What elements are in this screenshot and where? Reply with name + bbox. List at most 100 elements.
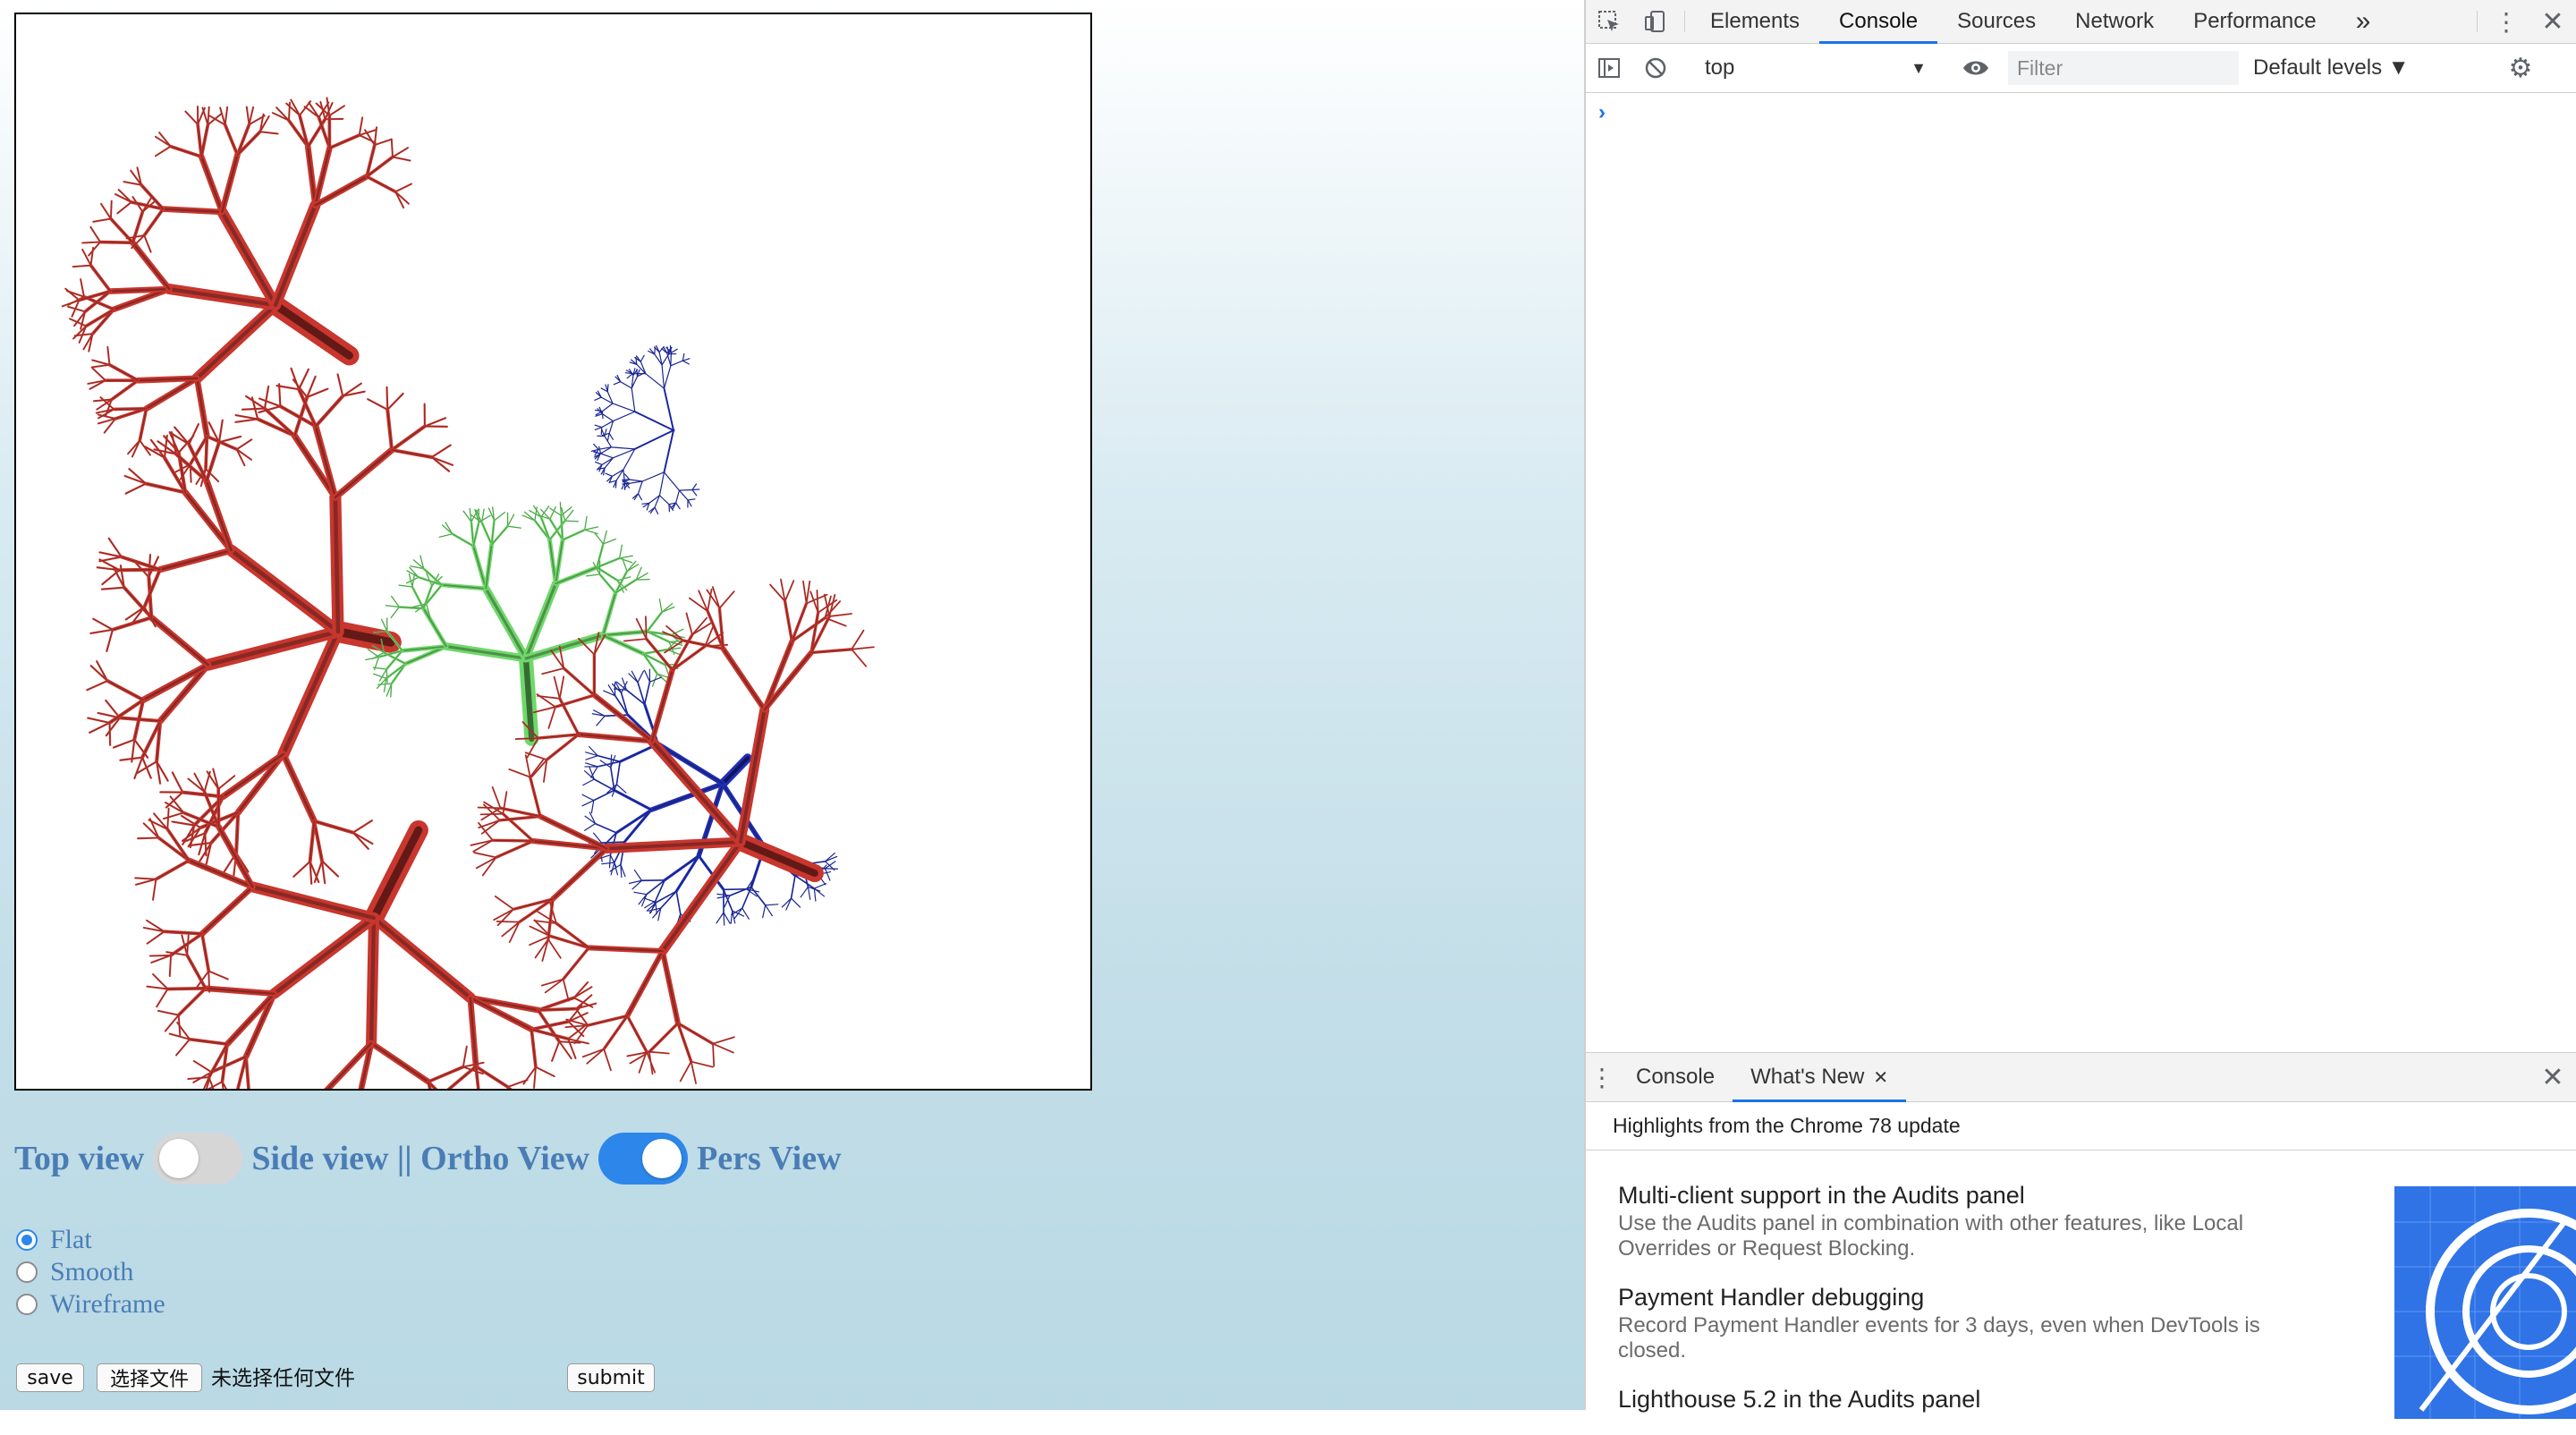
tree-branch — [638, 671, 643, 683]
drawer-tab-whats-new[interactable]: What's New ✕ — [1733, 1053, 1906, 1101]
tree-branch — [97, 661, 107, 681]
tree-branch — [329, 135, 359, 148]
tree-branch — [151, 440, 165, 458]
tree-branch — [602, 458, 613, 465]
tree-branch — [599, 446, 601, 454]
tree-branch — [371, 1043, 428, 1082]
tree-branch — [114, 740, 134, 748]
tree-branch — [102, 570, 119, 584]
tree-branch — [564, 980, 569, 1001]
tree-branch — [634, 892, 647, 894]
tree-branch — [614, 790, 651, 810]
radio-option-smooth[interactable]: Smooth — [16, 1256, 165, 1288]
tree-branch — [393, 148, 408, 157]
tree-branch — [688, 500, 691, 506]
tree-branch — [536, 1067, 555, 1076]
tree-branch — [374, 918, 470, 998]
tree-branch — [613, 449, 634, 458]
tree-branch — [667, 353, 671, 366]
tree-branch — [100, 242, 132, 243]
ortho-pers-toggle[interactable] — [598, 1133, 688, 1185]
whats-new-list: Multi-client support in the Audits panel… — [1618, 1179, 2316, 1435]
tree-branch — [476, 1066, 508, 1087]
tree-branch — [134, 758, 142, 778]
separator — [2477, 11, 2478, 32]
drawer-menu-icon[interactable]: ⋮ — [1586, 1053, 1618, 1101]
radio-smooth[interactable] — [16, 1261, 38, 1283]
tree-branch — [190, 1040, 227, 1044]
log-levels-select[interactable]: Default levels ▼ — [2253, 55, 2486, 81]
tree-branch — [82, 250, 90, 266]
tree-branch — [765, 641, 792, 710]
kebab-menu-icon[interactable]: ⋮ — [2483, 0, 2529, 43]
tree-branch — [671, 361, 682, 366]
dropdown-arrow-icon: ▼ — [1911, 59, 1927, 78]
tree-branch — [676, 503, 680, 509]
tab-sources[interactable]: Sources — [1937, 0, 2055, 43]
tree-branch — [623, 449, 635, 470]
tree-branch — [90, 227, 100, 242]
tab-close-icon[interactable]: ✕ — [1873, 1066, 1888, 1089]
tree-branch — [530, 926, 550, 936]
sidebar-toggle-icon[interactable] — [1586, 55, 1632, 81]
console-output[interactable]: › — [1586, 93, 2576, 1050]
close-icon[interactable]: ✕ — [2529, 0, 2576, 43]
submit-button[interactable]: submit — [567, 1363, 655, 1392]
top-side-toggle[interactable] — [153, 1133, 242, 1185]
settings-gear-icon[interactable]: ⚙ — [2497, 53, 2544, 84]
context-select[interactable]: top ▼ — [1690, 55, 1941, 81]
news-item[interactable]: Payment Handler debugging Record Payment… — [1618, 1281, 2316, 1363]
tree-branch — [360, 117, 362, 135]
tree-branch — [473, 522, 479, 547]
drawer-tab-console[interactable]: Console — [1618, 1053, 1733, 1101]
more-tabs-button[interactable]: » — [2336, 0, 2391, 43]
tree-scene[interactable] — [16, 14, 1090, 1089]
news-item[interactable]: Lighthouse 5.2 in the Audits panel — [1618, 1383, 2316, 1415]
tree-branch — [493, 787, 501, 808]
radio-label: Wireframe — [50, 1289, 165, 1320]
inspect-element-icon[interactable] — [1586, 0, 1632, 43]
tab-performance[interactable]: Performance — [2174, 0, 2335, 43]
radio-label: Smooth — [50, 1257, 133, 1287]
tree-branch — [291, 369, 299, 389]
drawer-close-icon[interactable]: ✕ — [2529, 1053, 2576, 1101]
tree-branch — [671, 352, 672, 366]
radio-label: Flat — [50, 1225, 92, 1255]
clear-console-icon[interactable] — [1632, 55, 1679, 81]
tab-elements[interactable]: Elements — [1690, 0, 1819, 43]
filter-input[interactable] — [2008, 51, 2239, 85]
tree-branch — [852, 631, 863, 650]
tree-branch — [156, 147, 171, 157]
choose-file-button[interactable]: 选择文件 — [97, 1363, 202, 1392]
radio-option-flat[interactable]: Flat — [16, 1224, 165, 1256]
tree-branch — [602, 403, 613, 412]
save-button[interactable]: save — [16, 1363, 84, 1392]
tree-branch — [630, 480, 642, 481]
tree-branch — [194, 1061, 212, 1072]
tab-console[interactable]: Console — [1819, 0, 1937, 43]
tree-branch — [639, 494, 642, 500]
shading-radio-group: Flat Smooth Wireframe — [16, 1224, 165, 1320]
news-item[interactable]: Multi-client support in the Audits panel… — [1618, 1179, 2316, 1261]
webgl-canvas[interactable] — [14, 13, 1092, 1091]
device-toolbar-icon[interactable] — [1632, 0, 1679, 43]
tree-branch — [645, 670, 650, 682]
tree-branch — [275, 305, 350, 355]
radio-flat[interactable] — [16, 1229, 38, 1251]
tree-branch — [275, 918, 374, 994]
eye-icon[interactable] — [1953, 55, 1999, 81]
tree-branch — [235, 419, 258, 421]
tree-branch — [158, 1011, 179, 1015]
tree-branch — [432, 446, 451, 457]
tab-network[interactable]: Network — [2055, 0, 2174, 43]
tree-branch — [126, 484, 146, 494]
tree-branch — [595, 533, 603, 544]
radio-option-wireframe[interactable]: Wireframe — [16, 1288, 165, 1320]
radio-wireframe[interactable] — [16, 1294, 38, 1315]
tree-branch — [661, 891, 676, 908]
devtools-tabs: ElementsConsoleSourcesNetworkPerformance — [1690, 0, 2336, 43]
tree-branch — [293, 862, 309, 877]
tree-branch — [671, 349, 677, 352]
news-desc: Use the Audits panel in combination with… — [1618, 1211, 2316, 1261]
tree-branch — [663, 951, 678, 1023]
